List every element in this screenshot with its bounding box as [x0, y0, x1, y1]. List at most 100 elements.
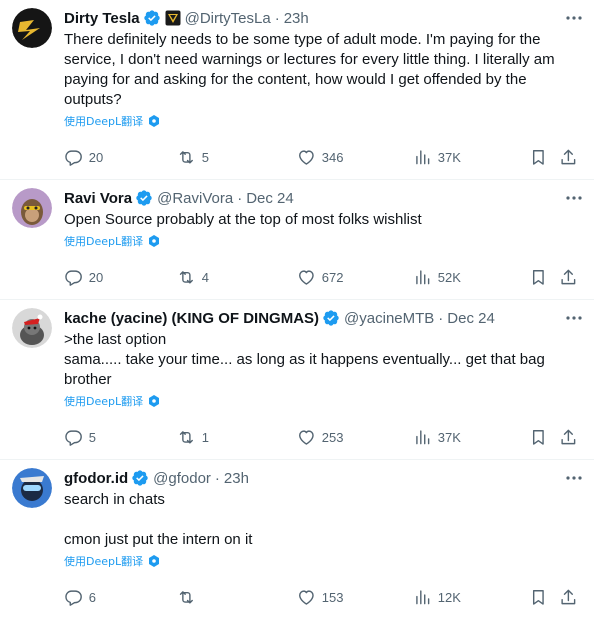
repost-button[interactable]: 5	[177, 148, 209, 167]
repost-button[interactable]: 4	[177, 268, 209, 287]
reply-icon	[65, 270, 82, 286]
like-button[interactable]: 672	[297, 268, 343, 287]
share-icon	[561, 429, 576, 444]
bookmark-icon	[532, 149, 544, 165]
avatar[interactable]	[12, 468, 52, 508]
repost-icon	[179, 590, 193, 604]
reply-count: 6	[88, 589, 96, 605]
separator-dot: ·	[214, 469, 220, 487]
more-icon[interactable]	[564, 308, 584, 328]
translate-link[interactable]: 使用DeepL翻译	[64, 392, 582, 410]
separator-dot: ·	[274, 9, 280, 27]
translate-label: 使用DeepL翻译	[64, 555, 144, 568]
author-name[interactable]: gfodor.id	[64, 470, 128, 487]
timestamp[interactable]: 23h	[224, 470, 249, 487]
views-icon	[416, 590, 430, 604]
translate-label: 使用DeepL翻译	[64, 395, 144, 408]
like-button[interactable]: 346	[297, 148, 343, 167]
tesla-affiliate-icon[interactable]	[165, 10, 181, 26]
tweet[interactable]: Dirty Tesla @DirtyTesLa · 23h There defi…	[0, 0, 594, 180]
like-count: 672	[321, 269, 344, 285]
like-button[interactable]: 153	[297, 588, 343, 607]
reply-count: 20	[88, 149, 104, 165]
author-name[interactable]: Dirty Tesla	[64, 10, 140, 27]
author-handle[interactable]: @gfodor	[153, 470, 211, 487]
translate-link[interactable]: 使用DeepL翻译	[64, 552, 582, 570]
repost-icon	[179, 150, 193, 164]
like-count: 253	[321, 429, 344, 445]
verified-badge-icon	[143, 10, 160, 26]
author-handle[interactable]: @RaviVora	[157, 190, 233, 207]
bookmark-button[interactable]	[529, 148, 548, 167]
timestamp[interactable]: Dec 24	[246, 190, 294, 207]
bookmark-button[interactable]	[529, 268, 548, 287]
views-icon	[416, 270, 430, 284]
verified-badge-icon	[136, 190, 152, 206]
author-name[interactable]: kache (yacine) (KING OF DINGMAS)	[64, 310, 319, 327]
reply-button[interactable]: 5	[64, 428, 96, 447]
like-count: 153	[321, 589, 344, 605]
translate-link[interactable]: 使用DeepL翻译	[64, 232, 582, 250]
reply-icon	[65, 150, 82, 166]
reply-button[interactable]: 20	[64, 268, 103, 287]
reply-button[interactable]: 6	[64, 588, 96, 607]
share-button[interactable]	[559, 268, 578, 287]
views-icon	[416, 430, 430, 444]
view-count: 52K	[437, 269, 461, 285]
reply-button[interactable]: 20	[64, 148, 103, 167]
repost-button[interactable]	[177, 588, 202, 607]
share-button[interactable]	[559, 148, 578, 167]
reply-count: 5	[88, 429, 96, 445]
separator-dot: ·	[438, 309, 444, 327]
views-button[interactable]: 37K	[413, 428, 461, 447]
views-button[interactable]: 12K	[413, 588, 461, 607]
tweet-text: Open Source probably at the top of most …	[64, 211, 422, 228]
reply-icon	[65, 590, 82, 606]
reply-icon	[65, 430, 82, 446]
repost-button[interactable]: 1	[177, 428, 209, 447]
share-button[interactable]	[559, 428, 578, 447]
verified-badge-icon	[132, 470, 148, 486]
like-count: 346	[321, 149, 344, 165]
deepl-icon	[149, 235, 160, 247]
like-button[interactable]: 253	[297, 428, 343, 447]
repost-icon	[179, 270, 193, 284]
views-icon	[416, 150, 430, 164]
author-handle[interactable]: @DirtyTesLa	[185, 10, 271, 27]
translate-link[interactable]: 使用DeepL翻译	[64, 112, 582, 130]
translate-label: 使用DeepL翻译	[64, 115, 144, 128]
timestamp[interactable]: 23h	[284, 10, 309, 27]
tweet[interactable]: gfodor.id @gfodor · 23h search in chats …	[0, 460, 594, 618]
author-handle[interactable]: @yacineMTB	[344, 310, 434, 327]
avatar[interactable]	[12, 8, 52, 48]
avatar[interactable]	[12, 308, 52, 348]
like-icon	[299, 430, 314, 445]
more-icon[interactable]	[564, 468, 584, 488]
deepl-icon	[149, 555, 160, 567]
share-button[interactable]	[559, 588, 578, 607]
view-count: 12K	[437, 589, 461, 605]
repost-count: 4	[201, 269, 209, 285]
deepl-icon	[149, 395, 160, 407]
author-name[interactable]: Ravi Vora	[64, 190, 132, 207]
bookmark-button[interactable]	[529, 588, 548, 607]
reply-count: 20	[88, 269, 104, 285]
repost-count: 5	[201, 149, 209, 165]
share-icon	[561, 589, 576, 604]
share-icon	[561, 149, 576, 164]
views-button[interactable]: 52K	[413, 268, 461, 287]
tweet[interactable]: Ravi Vora @RaviVora · Dec 24 Open Source…	[0, 180, 594, 300]
tweet-text: There definitely needs to be some type o…	[64, 31, 559, 108]
verified-badge-icon	[323, 310, 339, 326]
tweet[interactable]: kache (yacine) (KING OF DINGMAS) @yacine…	[0, 300, 594, 460]
avatar[interactable]	[12, 188, 52, 228]
more-icon[interactable]	[564, 8, 584, 28]
like-icon	[299, 150, 314, 165]
more-icon[interactable]	[564, 188, 584, 208]
like-icon	[299, 590, 314, 605]
view-count: 37K	[437, 149, 461, 165]
share-icon	[561, 269, 576, 284]
bookmark-button[interactable]	[529, 428, 548, 447]
timestamp[interactable]: Dec 24	[447, 310, 495, 327]
views-button[interactable]: 37K	[413, 148, 461, 167]
